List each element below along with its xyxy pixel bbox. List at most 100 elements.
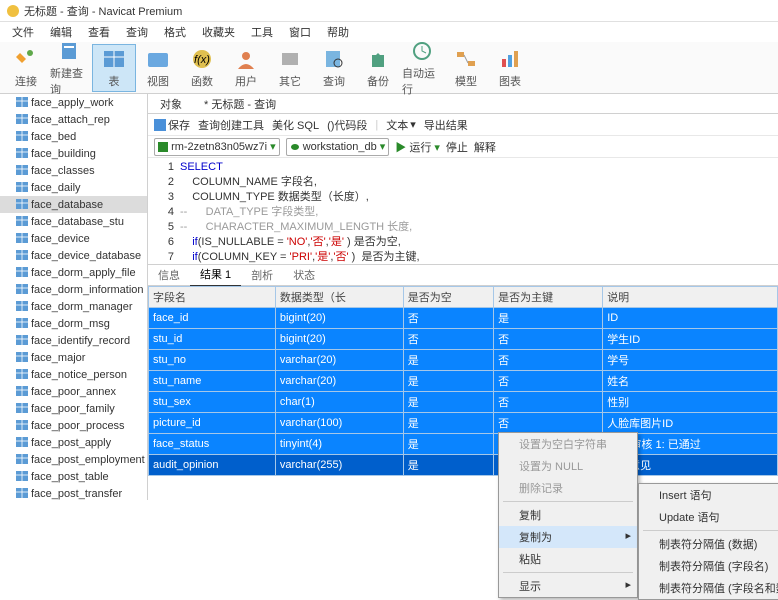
- table-row[interactable]: picture_idvarchar(100)是否人脸库图片ID: [149, 413, 778, 434]
- beautify-button[interactable]: 美化 SQL: [272, 117, 319, 133]
- table-item[interactable]: face_database_stu: [0, 213, 147, 230]
- table-item[interactable]: face_post_table: [0, 468, 147, 485]
- ctx-item[interactable]: 设置为 NULL: [499, 455, 637, 477]
- tool-model[interactable]: 模型: [444, 45, 488, 91]
- menu-format[interactable]: 格式: [156, 22, 194, 42]
- ctx-item[interactable]: 设置为空白字符串: [499, 433, 637, 455]
- table-item[interactable]: face_building: [0, 145, 147, 162]
- ctx-item[interactable]: 复制: [499, 504, 637, 526]
- tool-user[interactable]: 用户: [224, 45, 268, 91]
- ctx-sub-item[interactable]: 制表符分隔值 (字段名): [639, 555, 778, 577]
- tab-result1[interactable]: 结果 1: [190, 263, 241, 287]
- table-icon: [16, 250, 28, 262]
- table-row[interactable]: face_idbigint(20)否是ID: [149, 308, 778, 329]
- table-item[interactable]: face_daily: [0, 179, 147, 196]
- table-item[interactable]: face_database: [0, 196, 147, 213]
- table-item[interactable]: face_bed: [0, 128, 147, 145]
- db-combo[interactable]: workstation_db ▾: [286, 138, 390, 156]
- tool-other[interactable]: 其它: [268, 45, 312, 91]
- text-button[interactable]: 文本 ▾: [386, 117, 416, 133]
- ctx-item[interactable]: 粘贴: [499, 548, 637, 570]
- ctx-sub-item[interactable]: Update 语句: [639, 506, 778, 528]
- ctx-item[interactable]: 删除记录: [499, 477, 637, 499]
- tool-fx[interactable]: f(x)函数: [180, 45, 224, 91]
- table-item[interactable]: face_dorm_manager: [0, 298, 147, 315]
- table-item[interactable]: face_post_apply: [0, 434, 147, 451]
- table-item[interactable]: face_identify_record: [0, 332, 147, 349]
- builder-button[interactable]: 查询创建工具: [198, 117, 264, 133]
- query-icon: [322, 47, 346, 71]
- table-item[interactable]: face_apply_work: [0, 94, 147, 111]
- explain-button[interactable]: 解释: [474, 139, 496, 155]
- table-icon: [102, 47, 126, 71]
- run-button[interactable]: ▶ 运行 ▾: [395, 139, 440, 155]
- table-item[interactable]: face_classes: [0, 162, 147, 179]
- tab-info[interactable]: 信息: [148, 264, 190, 286]
- table-icon: [16, 488, 28, 500]
- table-item[interactable]: face_device_database: [0, 247, 147, 264]
- menu-query[interactable]: 查询: [118, 22, 156, 42]
- menu-fav[interactable]: 收藏夹: [194, 22, 243, 42]
- tool-chart[interactable]: 图表: [488, 45, 532, 91]
- tool-query[interactable]: 查询: [312, 45, 356, 91]
- ctx-item[interactable]: 显示: [499, 575, 637, 597]
- snippet-button[interactable]: ()代码段: [327, 117, 367, 133]
- server-combo[interactable]: rm-2zetn83n05wz7i ▾: [154, 138, 280, 156]
- ctx-sub-item[interactable]: Insert 语句: [639, 484, 778, 506]
- backup-icon: [366, 47, 390, 71]
- menu-window[interactable]: 窗口: [281, 22, 319, 42]
- table-row[interactable]: audit_opinionvarchar(255)是否审核意见: [149, 455, 778, 476]
- tool-view[interactable]: 视图: [136, 45, 180, 91]
- table-item[interactable]: face_dorm_apply_file: [0, 264, 147, 281]
- tool-new[interactable]: 新建查询: [48, 37, 92, 99]
- table-item[interactable]: face_notice_person: [0, 366, 147, 383]
- table-item[interactable]: face_poor_family: [0, 400, 147, 417]
- col-header[interactable]: 说明: [603, 287, 778, 308]
- tool-auto[interactable]: 自动运行: [400, 37, 444, 99]
- chart-icon: [498, 47, 522, 71]
- table-item[interactable]: face_dorm_information: [0, 281, 147, 298]
- ctx-item[interactable]: 复制为: [499, 526, 637, 548]
- ctx-sub-item[interactable]: 制表符分隔值 (数据): [639, 533, 778, 555]
- table-item[interactable]: face_dorm_msg: [0, 315, 147, 332]
- table-row[interactable]: stu_sexchar(1)是否性别: [149, 392, 778, 413]
- table-item[interactable]: face_poor_process: [0, 417, 147, 434]
- tool-backup[interactable]: 备份: [356, 45, 400, 91]
- export-button[interactable]: 导出结果: [424, 117, 468, 133]
- table-item[interactable]: face_attach_rep: [0, 111, 147, 128]
- table-row[interactable]: face_statustinyint(4)是否0: 待审核 1: 已通过: [149, 434, 778, 455]
- ctx-sub-item[interactable]: 制表符分隔值 (字段名和数据): [639, 577, 778, 599]
- col-header[interactable]: 字段名: [149, 287, 276, 308]
- menu-tools[interactable]: 工具: [243, 22, 281, 42]
- menu-file[interactable]: 文件: [4, 22, 42, 42]
- table-item[interactable]: face_poor_annex: [0, 383, 147, 400]
- tab-objects[interactable]: 对象: [154, 94, 188, 114]
- tool-plug[interactable]: 连接: [4, 45, 48, 91]
- col-header[interactable]: 数据类型（长: [275, 287, 403, 308]
- tab-status[interactable]: 状态: [283, 264, 325, 286]
- table-item[interactable]: face_major: [0, 349, 147, 366]
- table-row[interactable]: stu_namevarchar(20)是否姓名: [149, 371, 778, 392]
- result-table[interactable]: 字段名数据类型（长是否为空是否为主键说明 face_idbigint(20)否是…: [148, 286, 778, 476]
- col-header[interactable]: 是否为主键: [494, 287, 603, 308]
- col-header[interactable]: 是否为空: [403, 287, 493, 308]
- tab-query[interactable]: 无标题 - 查询: [198, 94, 282, 114]
- fx-icon: f(x): [190, 47, 214, 71]
- table-icon: [16, 182, 28, 194]
- model-icon: [454, 47, 478, 71]
- save-button[interactable]: 保存: [154, 117, 190, 133]
- stop-button[interactable]: 停止: [446, 139, 468, 155]
- table-row[interactable]: stu_novarchar(20)是否学号: [149, 350, 778, 371]
- table-icon: [16, 437, 28, 449]
- table-icon: [16, 114, 28, 126]
- table-item[interactable]: face_post_employment: [0, 451, 147, 468]
- sql-editor[interactable]: 123456789 SELECT COLUMN_NAME 字段名, COLUMN…: [148, 158, 778, 264]
- table-item[interactable]: face_device: [0, 230, 147, 247]
- table-icon: [16, 97, 28, 109]
- tab-profile[interactable]: 剖析: [241, 264, 283, 286]
- toolbar: 连接新建查询表视图f(x)函数用户其它查询备份自动运行模型图表: [0, 42, 778, 94]
- table-item[interactable]: face_post_transfer: [0, 485, 147, 500]
- table-row[interactable]: stu_idbigint(20)否否学生ID: [149, 329, 778, 350]
- tool-table[interactable]: 表: [92, 44, 136, 92]
- menu-help[interactable]: 帮助: [319, 22, 357, 42]
